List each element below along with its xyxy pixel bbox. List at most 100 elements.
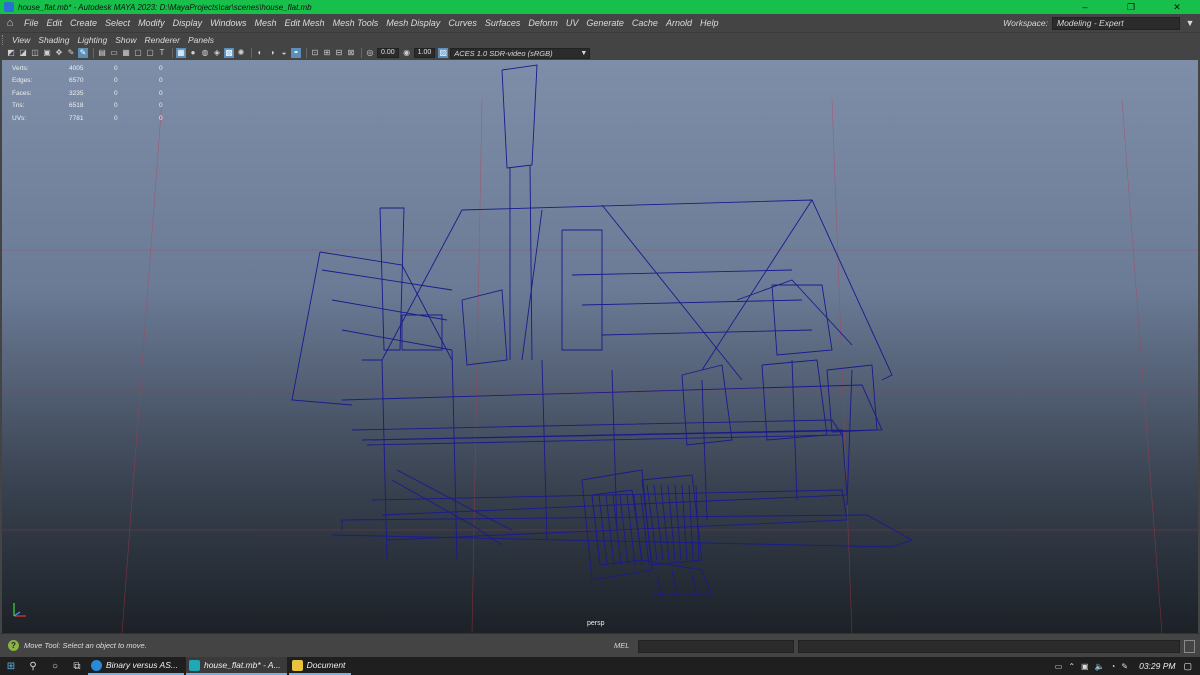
safe-action-icon[interactable]: ▢ [145,48,155,58]
field-chart-icon[interactable]: ▢ [133,48,143,58]
wire-edge [581,299,803,306]
poly-count-hud: Verts: 4005 0 0 Edges: 6570 0 0 Faces: 3… [12,62,179,125]
shadows-icon[interactable]: ◐ [255,48,265,58]
pan-zoom-icon[interactable]: ✥ [54,48,64,58]
workspace-chevron-icon[interactable]: ▼ [1180,18,1200,28]
safe-title-icon[interactable]: T [157,48,167,58]
wire-edge [691,574,698,596]
clock[interactable]: 03:29 PM [1139,661,1175,671]
menu-cache[interactable]: Cache [628,18,662,28]
tray-chevron-icon[interactable]: ⌃ [1068,662,1075,671]
xray-joints-icon[interactable]: ⊞ [322,48,332,58]
gamma-icon[interactable]: ◉ [402,48,412,58]
task-view-icon[interactable]: ⧉ [66,661,88,672]
menu-uv[interactable]: UV [562,18,583,28]
hud-row-edges: Edges: 6570 0 0 [12,77,163,85]
smooth-shade-icon[interactable]: ● [188,48,198,58]
antialias-icon[interactable]: ◓ [291,48,301,58]
camera-tray-icon[interactable]: ▣ [1081,662,1089,671]
menu-deform[interactable]: Deform [524,18,562,28]
wire-edge [321,269,453,291]
view-transform-dropdown[interactable]: ACES 1.0 SDR-video (sRGB) ▼ [450,47,591,59]
menu-windows[interactable]: Windows [206,18,250,28]
bookmark-icon[interactable]: ◫ [30,48,40,58]
menu-mesh-tools[interactable]: Mesh Tools [329,18,383,28]
cortana-icon[interactable]: ○ [44,661,66,672]
taskbar-item-document[interactable]: Document [288,657,352,675]
wireframe-icon[interactable]: ▦ [176,48,186,58]
speaker-icon[interactable]: 🔈 [1095,662,1105,671]
pen-icon[interactable]: ✎ [1121,662,1128,671]
menu-surfaces[interactable]: Surfaces [481,18,525,28]
wireframe-on-shaded-icon[interactable]: ◍ [200,48,210,58]
textured-icon[interactable]: ◈ [212,48,222,58]
wire-edge [667,484,676,561]
keyboard-icon[interactable]: ▭ [1055,662,1063,671]
image-plane-icon[interactable]: ▣ [42,48,52,58]
ambient-occlusion-icon[interactable]: ◑ [267,48,277,58]
gate-mask-icon[interactable]: ▦ [121,48,131,58]
panel-menu-lighting[interactable]: Lighting [73,35,111,45]
wire-edge [641,474,703,566]
edge-icon [91,659,102,671]
isolate-select-icon[interactable]: ⊡ [310,48,320,58]
gamma-field[interactable]: 1.00 [413,48,436,58]
backface-icon[interactable]: ⊠ [346,48,356,58]
menu-arnold[interactable]: Arnold [662,18,696,28]
mel-label[interactable]: MEL [614,641,629,650]
panel-menu-shading[interactable]: Shading [34,35,73,45]
minimize-button[interactable]: – [1062,0,1108,14]
taskbar-item-maya[interactable]: house_flat.mb* - A... [185,657,287,675]
camera-name-label: persp [587,620,605,627]
exposure-icon[interactable]: ◎ [365,48,375,58]
panel-menu-show[interactable]: Show [111,35,140,45]
menu-create[interactable]: Create [66,18,101,28]
search-icon[interactable]: ⚲ [22,661,44,672]
menu-edit[interactable]: Edit [43,18,67,28]
motion-blur-icon[interactable]: ◒ [279,48,289,58]
panel-toolbar: ◩ ◪ ◫ ▣ ✥ ✎ ✎ ▤ ▭ ▦ ▢ ▢ T ▦ ● ◍ ◈ ▩ ✺ ◐ … [0,46,1200,60]
notifications-icon[interactable]: ▢ [1183,661,1192,672]
menu-help[interactable]: Help [696,18,723,28]
select-camera-icon[interactable]: ◩ [6,48,16,58]
grid-toggle-icon[interactable]: ✎ [78,48,88,58]
script-editor-icon[interactable] [1184,640,1195,653]
film-gate-icon[interactable]: ▤ [97,48,107,58]
taskbar-item-edge[interactable]: Binary versus AS... [88,657,184,675]
menu-mesh[interactable]: Mesh [251,18,281,28]
windows-start-icon[interactable]: ⊞ [0,661,22,672]
grease-pencil-icon[interactable]: ✎ [66,48,76,58]
panel-menu-panels[interactable]: Panels [184,35,218,45]
menu-select[interactable]: Select [101,18,134,28]
menu-file[interactable]: File [20,18,43,28]
exposure-field[interactable]: 0.00 [377,48,399,58]
xray-icon[interactable]: ▩ [224,48,234,58]
viewport-3d[interactable]: Verts: 4005 0 0 Edges: 6570 0 0 Faces: 3… [2,60,1198,633]
help-icon[interactable]: ? [8,640,19,651]
camera-attributes-icon[interactable]: ◪ [18,48,28,58]
close-button[interactable]: ✕ [1154,0,1200,14]
wire-edge [361,429,848,516]
menu-curves[interactable]: Curves [444,18,481,28]
menu-display[interactable]: Display [169,18,207,28]
panel-menu-renderer[interactable]: Renderer [141,35,184,45]
workspace-selector: Workspace: Modeling - Expert ▼ [1003,16,1200,30]
panel-menu-bar: View Shading Lighting Show Renderer Pane… [0,32,1200,46]
chevron-down-icon: ▼ [580,49,588,57]
maximize-button[interactable]: ❐ [1108,0,1154,14]
resolution-gate-icon[interactable]: ▭ [109,48,119,58]
wifi-icon[interactable]: ◔ [1111,662,1116,671]
menu-generate[interactable]: Generate [582,18,628,28]
menu-mesh-display[interactable]: Mesh Display [382,18,444,28]
panel-menu-view[interactable]: View [8,35,34,45]
home-icon[interactable]: ⌂ [0,17,20,29]
maya-icon [188,659,200,671]
workspace-dropdown[interactable]: Modeling - Expert [1052,16,1180,30]
menu-modify[interactable]: Modify [134,18,169,28]
panel-grip[interactable] [2,34,6,45]
lights-icon[interactable]: ✺ [236,48,246,58]
menu-edit-mesh[interactable]: Edit Mesh [281,18,329,28]
mel-command-input[interactable] [638,640,794,653]
xray-active-icon[interactable]: ⊟ [334,48,344,58]
color-management-icon[interactable]: ▨ [438,48,449,58]
